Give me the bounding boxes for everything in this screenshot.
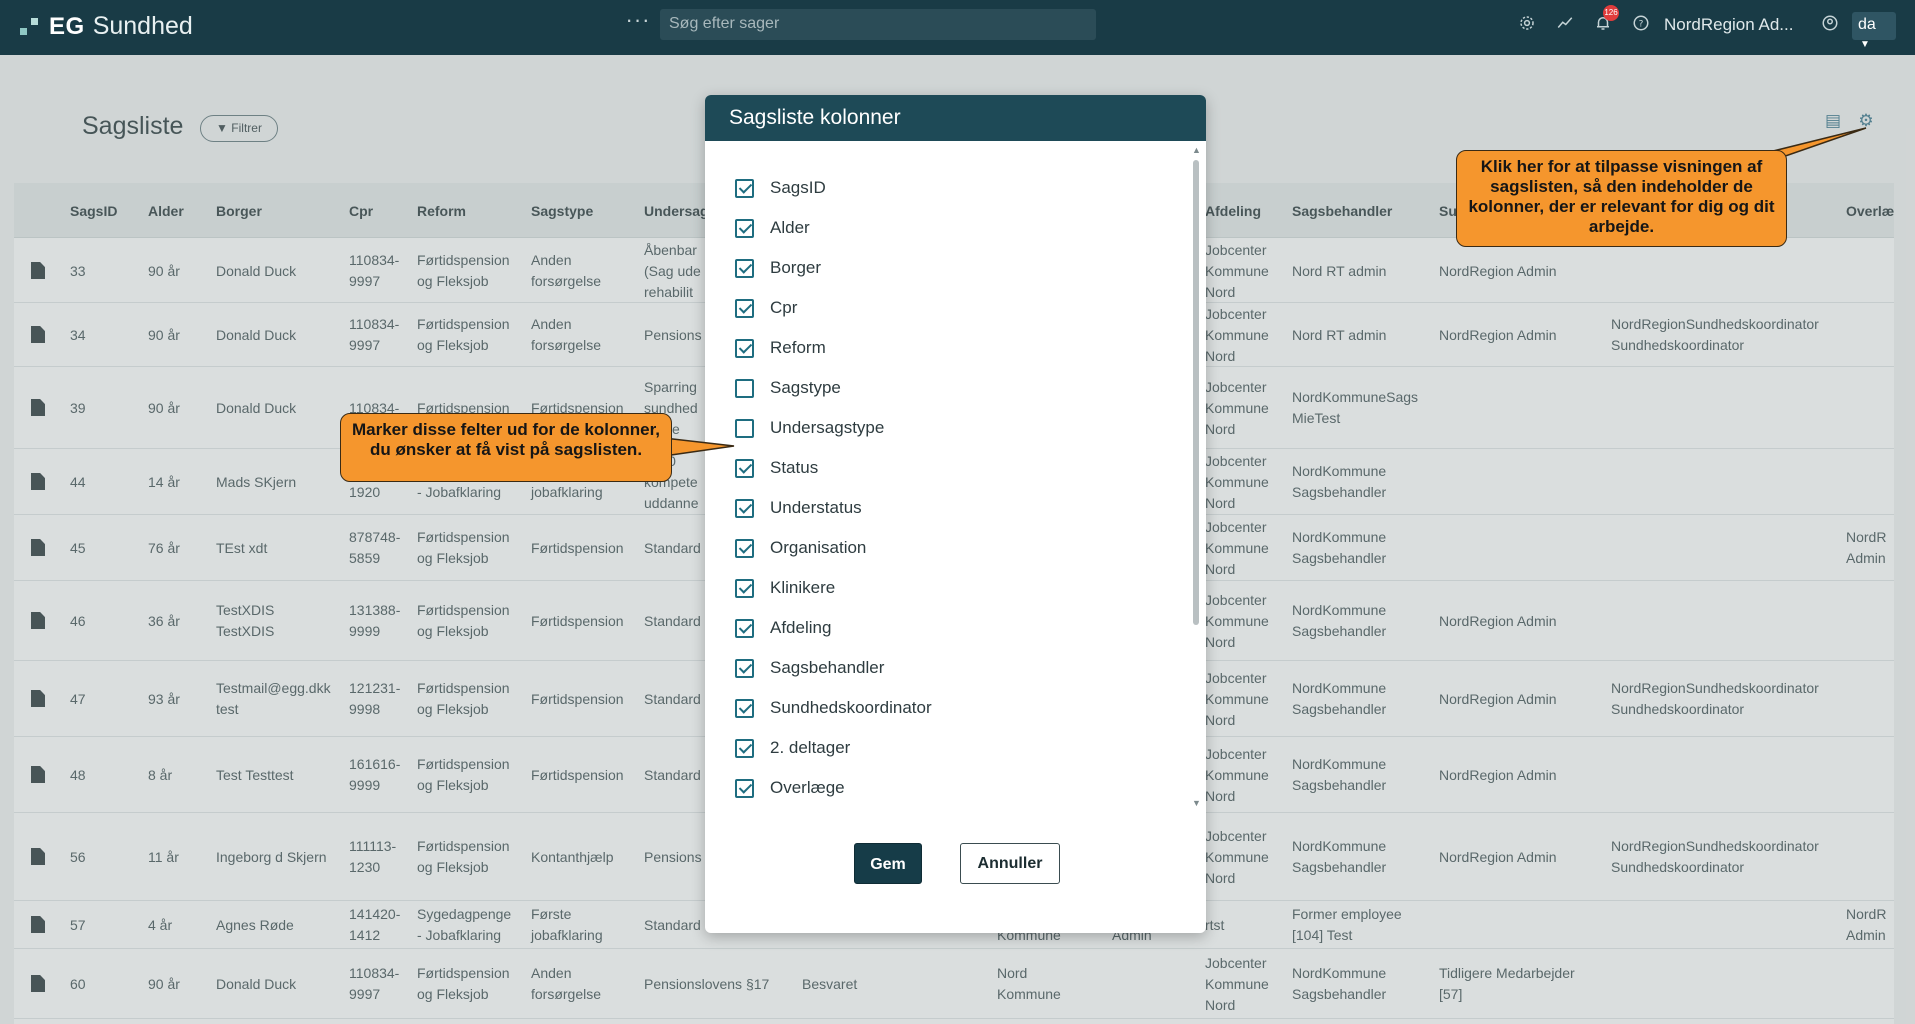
column-option-label: Organisation	[770, 538, 867, 557]
language-select[interactable]: da ▼	[1852, 12, 1896, 50]
logo-mark-icon	[20, 16, 40, 38]
column-checkbox[interactable]	[735, 498, 754, 518]
column-checkbox[interactable]	[735, 778, 754, 798]
column-checkbox[interactable]	[735, 658, 754, 678]
column-option[interactable]: Undersagstype	[735, 411, 884, 445]
column-option-label: Afdeling	[770, 618, 832, 637]
column-option[interactable]: Status	[735, 451, 818, 485]
column-checkbox[interactable]	[735, 418, 754, 438]
callout-checkbox-hint: Marker disse felter ud for de kolonner, …	[340, 413, 672, 482]
column-option[interactable]: Alder	[735, 211, 810, 245]
column-option-label: Status	[770, 458, 819, 477]
column-option-label: SagsID	[770, 178, 826, 197]
column-checkbox[interactable]	[735, 618, 754, 638]
column-option-label: Borger	[770, 258, 822, 277]
column-option-label: Alder	[770, 218, 810, 237]
more-menu-button[interactable]: ···	[622, 9, 654, 39]
cancel-button[interactable]: Annuller	[960, 843, 1060, 884]
column-option-list: SagsID Alder Borger Cpr Reform Sagstype Unders…	[705, 153, 1206, 911]
user-name-label[interactable]: NordRegion Ad...	[1664, 15, 1793, 35]
column-checkbox[interactable]	[735, 378, 754, 398]
svg-text:?: ?	[1639, 19, 1644, 29]
save-button[interactable]: Gem	[854, 843, 922, 884]
scroll-up-arrow-icon[interactable]: ▲	[1192, 145, 1201, 155]
column-option[interactable]: Overlæge	[735, 771, 845, 805]
column-checkbox[interactable]	[735, 218, 754, 238]
column-checkbox[interactable]	[735, 458, 754, 478]
column-option[interactable]: Cpr	[735, 291, 797, 325]
column-option[interactable]: Understatus	[735, 491, 862, 525]
column-option[interactable]: Klinikere	[735, 571, 835, 605]
trend-chart-icon[interactable]	[1554, 14, 1576, 36]
column-option[interactable]: Afdeling	[735, 611, 831, 645]
column-option-label: Cpr	[770, 298, 798, 317]
column-option[interactable]: 2. deltager	[735, 731, 850, 765]
search-input[interactable]: Søg efter sager	[660, 9, 1096, 40]
column-option[interactable]: Borger	[735, 251, 821, 285]
user-profile-icon[interactable]	[1819, 14, 1841, 36]
column-checkbox[interactable]	[735, 178, 754, 198]
notification-count-badge: 126	[1603, 5, 1619, 21]
column-checkbox[interactable]	[735, 258, 754, 278]
scrollbar-thumb[interactable]	[1193, 160, 1199, 625]
column-option[interactable]: Organisation	[735, 531, 866, 565]
column-option-label: Sagsbehandler	[770, 658, 885, 677]
column-option-label: Sagstype	[770, 378, 841, 397]
logo-eg-text: EG	[49, 12, 85, 40]
help-icon[interactable]: ?	[1630, 14, 1652, 36]
chevron-down-icon: ▼	[1860, 39, 1870, 50]
column-option-label: Understatus	[770, 498, 862, 517]
column-option[interactable]: Sagstype	[735, 371, 841, 405]
column-option-label: Reform	[770, 338, 826, 357]
column-option[interactable]: Sundhedskoordinator	[735, 691, 932, 725]
column-checkbox[interactable]	[735, 698, 754, 718]
column-option-label: Sundhedskoordinator	[770, 698, 932, 717]
scroll-down-arrow-icon[interactable]: ▼	[1192, 798, 1201, 808]
settings-gear-icon[interactable]	[1516, 14, 1538, 36]
column-option-label: Klinikere	[770, 578, 836, 597]
column-option-label: 2. deltager	[770, 738, 851, 757]
column-option[interactable]: SagsID	[735, 171, 826, 205]
top-bar: EG Sundhed ··· Søg efter sager 126 ? Nor…	[0, 0, 1915, 55]
callout-settings-hint: Klik her for at tilpasse visningen af sa…	[1456, 150, 1787, 247]
column-checkbox[interactable]	[735, 578, 754, 598]
app-logo[interactable]: EG Sundhed	[20, 12, 193, 41]
column-checkbox[interactable]	[735, 738, 754, 758]
column-checkbox[interactable]	[735, 538, 754, 558]
column-checkbox[interactable]	[735, 298, 754, 318]
column-settings-dialog: Sagsliste kolonner SagsID Alder Borger Cpr R…	[705, 95, 1206, 933]
column-option[interactable]: Reform	[735, 331, 826, 365]
logo-product-name: Sundhed	[92, 12, 193, 40]
column-checkbox[interactable]	[735, 338, 754, 358]
column-option-label: Overlæge	[770, 778, 845, 797]
column-option[interactable]: Sagsbehandler	[735, 651, 884, 685]
column-option-label: Undersagstype	[770, 418, 885, 437]
language-value: da	[1858, 16, 1876, 33]
dialog-title: Sagsliste kolonner	[705, 95, 1206, 141]
